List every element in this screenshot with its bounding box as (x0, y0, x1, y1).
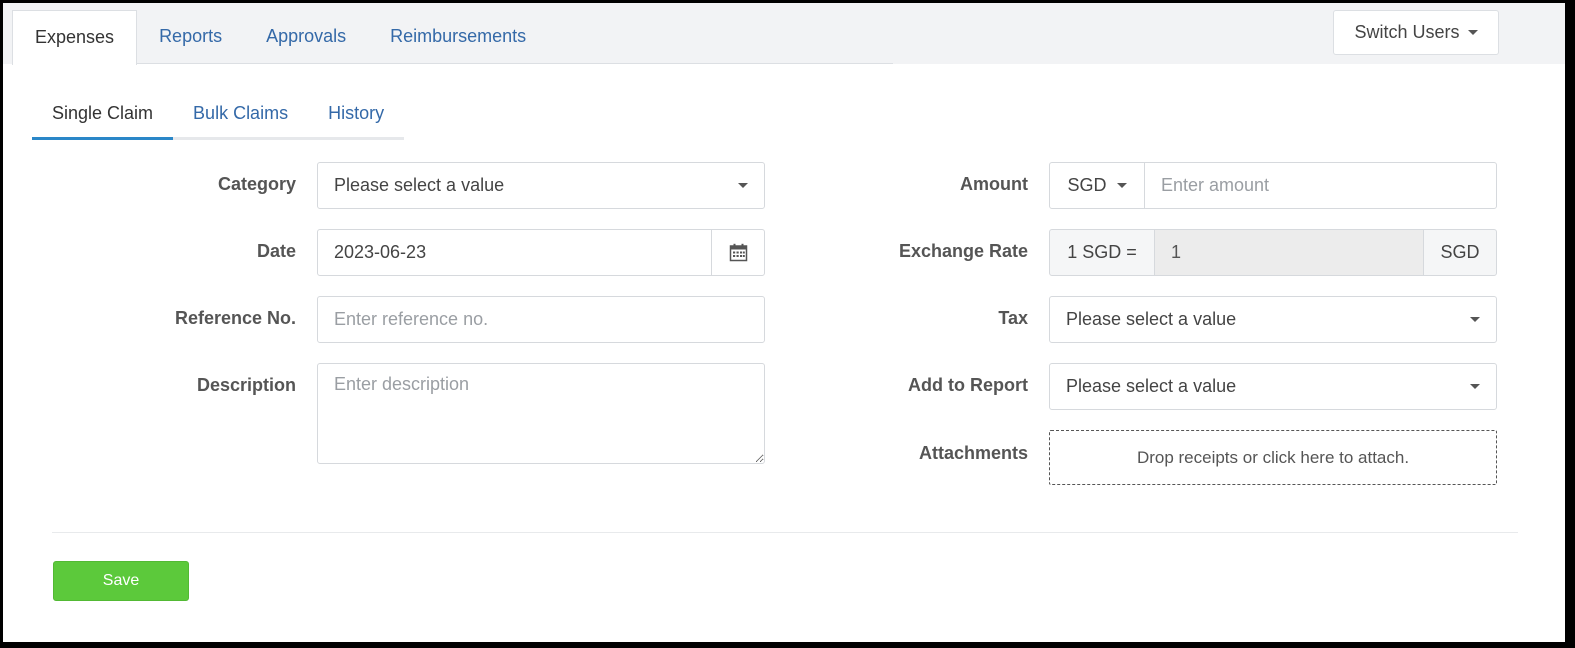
chevron-down-icon (1470, 317, 1480, 322)
chevron-down-icon (1470, 384, 1480, 389)
amount-input[interactable] (1144, 162, 1497, 209)
add-to-report-select[interactable]: Please select a value (1049, 363, 1497, 410)
category-value: Please select a value (334, 175, 505, 195)
tab-single-claim[interactable]: Single Claim (32, 88, 174, 140)
date-picker (317, 229, 765, 276)
currency-value: SGD (1067, 175, 1107, 195)
tab-reports[interactable]: Reports (137, 10, 244, 64)
caret-down-icon (1467, 30, 1478, 35)
tab-expenses[interactable]: Expenses (12, 10, 138, 65)
tax-label: Tax (998, 308, 1028, 328)
tax-value: Please select a value (1066, 309, 1237, 329)
exchange-rate-group: 1 SGD = SGD (1049, 229, 1497, 276)
amount-label: Amount (960, 174, 1028, 194)
calendar-icon (729, 243, 747, 262)
dropzone-text: Drop receipts or click here to attach. (1136, 447, 1410, 467)
form-divider (52, 532, 1518, 533)
content-panel (12, 64, 1556, 642)
date-label: Date (256, 241, 296, 261)
description-label: Description (196, 375, 296, 395)
save-button[interactable]: Save (53, 561, 189, 601)
category-label: Category (217, 174, 296, 194)
exchange-rate-suffix: SGD (1423, 229, 1497, 276)
attachments-label: Attachments (918, 443, 1028, 463)
exchange-rate-prefix: 1 SGD = (1049, 229, 1155, 276)
reference-input[interactable] (317, 296, 765, 343)
calendar-button[interactable] (711, 229, 765, 276)
exchange-rate-label: Exchange Rate (898, 241, 1028, 261)
sub-tabs: Single Claim Bulk Claims History (32, 88, 405, 140)
switch-users-button[interactable]: Switch Users (1333, 10, 1499, 55)
tab-bulk-claims[interactable]: Bulk Claims (173, 88, 309, 140)
reference-label: Reference No. (174, 308, 296, 328)
switch-users-label: Switch Users (1354, 22, 1460, 42)
currency-dropdown[interactable]: SGD (1049, 162, 1145, 209)
main-tabs: Expenses Reports Approvals Reimbursement… (12, 10, 548, 65)
caret-down-icon (1116, 183, 1127, 188)
attachments-dropzone[interactable]: Drop receipts or click here to attach. (1049, 430, 1497, 485)
tab-history[interactable]: History (308, 88, 405, 140)
date-input[interactable] (317, 229, 712, 276)
amount-group: SGD (1049, 162, 1497, 209)
app-frame: Expenses Reports Approvals Reimbursement… (3, 3, 1565, 642)
chevron-down-icon (738, 183, 748, 188)
tab-reimbursements[interactable]: Reimbursements (368, 10, 548, 64)
tax-select[interactable]: Please select a value (1049, 296, 1497, 343)
category-select[interactable]: Please select a value (317, 162, 765, 209)
add-to-report-value: Please select a value (1066, 376, 1237, 396)
description-textarea[interactable] (317, 363, 765, 464)
exchange-rate-input[interactable] (1154, 229, 1424, 276)
add-to-report-label: Add to Report (908, 375, 1028, 395)
tab-approvals[interactable]: Approvals (244, 10, 368, 64)
